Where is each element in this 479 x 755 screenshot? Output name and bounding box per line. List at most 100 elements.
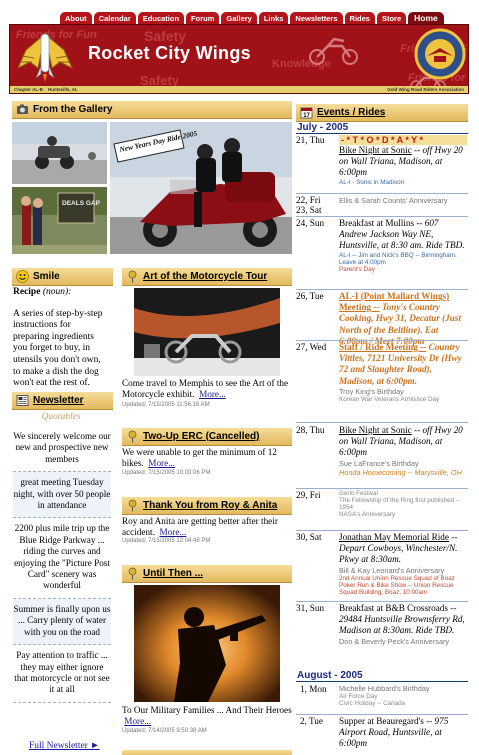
- gallery-photo-goldwing[interactable]: New Years Day Ride 2005: [110, 122, 292, 254]
- article-title-link[interactable]: Until Then ...: [143, 568, 203, 579]
- event-day: 26, Tue AL-I (Point Mallard Wings) Meeti…: [296, 291, 468, 346]
- tab-newsletters[interactable]: Newsletters: [290, 12, 343, 24]
- event-note: The Fellowship of the Ring first publish…: [339, 497, 461, 511]
- tab-gallery[interactable]: Gallery: [221, 12, 257, 24]
- events-panel-header: 17 Events / Rides: [296, 104, 468, 122]
- page: About Calendar Education Forum Gallery L…: [0, 0, 479, 755]
- article-photo-soldier-silhouette[interactable]: [134, 585, 280, 702]
- event-note: AL-I - Sonic in Madison: [339, 178, 405, 186]
- divider: [296, 193, 468, 194]
- month-label: July - 2005: [296, 122, 468, 134]
- gallery-heading: From the Gallery: [33, 104, 113, 115]
- event-day: 24, Sun Breakfast at Mullins -- 607 Andr…: [296, 218, 468, 288]
- more-link[interactable]: More...: [199, 389, 226, 399]
- event-title-link[interactable]: Bike Night at Sonic: [339, 145, 412, 155]
- article-title-link[interactable]: Two-Up ERC (Cancelled): [143, 431, 259, 442]
- gallery-left-column: DEALS GAP: [12, 122, 107, 254]
- event-day: 22, Fri 23, Sat Ellis & Sarah Counts' Ann…: [296, 195, 468, 217]
- event-note: 2nd Annual Union Rescue Squad of Boaz Po…: [339, 574, 455, 596]
- event-date: 31, Sun: [296, 603, 325, 613]
- event-body: Bike Night at Sonic -- off Hwy 20 on Wal…: [339, 425, 467, 477]
- event-note: Air Force Day: [339, 693, 378, 700]
- event-note: NASA's Anniversary: [339, 511, 396, 518]
- event-body: Ellis & Sarah Counts' Anniversary: [339, 195, 467, 206]
- event-title-link[interactable]: Bike Night at Sonic: [339, 425, 412, 435]
- event-note: Honda Homecoming -- Marysville, OH: [339, 467, 462, 477]
- event-body: Gerlo Festival The Fellowship of the Rin…: [339, 490, 467, 518]
- newsletter-panel-header: Newsletter: [12, 392, 113, 410]
- more-link[interactable]: More...: [148, 458, 175, 468]
- event-day: 27, Wed Staff / Ride Meeting -- Country …: [296, 342, 468, 420]
- event-body: - * T * O * D * A * Y * Bike Night at So…: [339, 135, 467, 186]
- tab-calendar[interactable]: Calendar: [93, 12, 136, 24]
- event-date: 21, Thu: [296, 135, 325, 145]
- event-date: 22, Fri 23, Sat: [296, 195, 322, 215]
- divider: [296, 422, 468, 423]
- gallery-photo-riders[interactable]: [12, 122, 107, 184]
- article-updated: Updated: 7/15/2005 11:56:16 AM: [122, 402, 210, 408]
- event-date: 30, Sat: [296, 532, 322, 542]
- gallery-photo-sign[interactable]: DEALS GAP: [12, 187, 107, 254]
- month-label: August - 2005: [296, 670, 468, 682]
- quote-item: great meeting Tuesday night, with over 5…: [13, 472, 111, 519]
- sign-text: DEALS GAP: [62, 200, 101, 207]
- event-day: 31, Sun Breakfast at B&B Crossroads -- 2…: [296, 603, 468, 663]
- more-link[interactable]: More...: [124, 716, 151, 726]
- article-summary: To Our Military Families ... And Their H…: [122, 705, 292, 727]
- divider: [296, 289, 468, 290]
- event-note: AL-I -- Jim and Nick's BBQ -- Birmingham…: [339, 251, 457, 266]
- event-title-link[interactable]: Staff / Ride Meeting --: [339, 342, 426, 352]
- event-anniversary: Don & Beverly Peck's Anniversary: [339, 636, 450, 646]
- tab-education[interactable]: Education: [137, 12, 185, 24]
- event-birthday: Michelle Hubbard's Birthday: [339, 684, 430, 693]
- recipe-term: Recipe: [13, 287, 41, 297]
- divider: [296, 216, 468, 217]
- event-birthday: Troy King's Birthday: [339, 386, 404, 396]
- event-day: 1, Mon Michelle Hubbard's Birthday Air F…: [296, 684, 468, 714]
- event-title: Supper at Beauregard's: [339, 716, 424, 726]
- event-date: 27, Wed: [296, 342, 327, 352]
- event-body: AL-I (Point Mallard Wings) Meeting -- To…: [339, 291, 461, 346]
- article-title-link[interactable]: Thank You from Roy & Anita: [143, 500, 277, 511]
- event-note: Korean War Veterans Armistice Day: [339, 395, 440, 403]
- event-day: 29, Fri Gerlo Festival The Fellowship of…: [296, 490, 468, 528]
- tab-rides[interactable]: Rides: [344, 12, 375, 24]
- site-title[interactable]: Rocket City Wings: [88, 43, 251, 64]
- article-header: Until Then ...: [122, 565, 292, 583]
- event-body: Supper at Beauregard's -- 975 Airport Ro…: [339, 716, 449, 749]
- calendar-icon: 17: [300, 107, 313, 119]
- article-updated: Updated: 7/15/2005 12:04:48 PM: [122, 538, 211, 544]
- divider: [296, 601, 468, 602]
- pushpin-icon: [128, 499, 137, 512]
- event-anniversary: Ellis & Sarah Counts' Anniversary: [339, 196, 448, 205]
- event-title: Breakfast at B&B Crossroads: [339, 603, 448, 613]
- watermark-text: Safety: [144, 28, 187, 44]
- recipe-pos: (noun):: [42, 287, 72, 297]
- tab-about[interactable]: About: [60, 12, 92, 24]
- article-summary: Come travel to Memphis to see the Art of…: [122, 378, 289, 400]
- gwrra-seal-logo: [414, 28, 466, 80]
- gallery-images: DEALS GAP New Years Day Ride 2005: [12, 122, 292, 254]
- camera-icon: [17, 104, 28, 114]
- smile-heading: Smile: [33, 271, 60, 282]
- more-link[interactable]: More...: [160, 527, 187, 537]
- events-heading-link[interactable]: Events / Rides: [317, 107, 385, 118]
- event-note: Civic Holiday -- Canada: [339, 700, 406, 707]
- event-date: 1, Mon: [300, 684, 327, 694]
- event-note: Parent's Day: [339, 265, 375, 273]
- full-newsletter-link[interactable]: Full Newsletter ►: [29, 741, 100, 751]
- header-banner: Friends for Fun Safety Friends for Fun K…: [9, 24, 469, 94]
- tab-home[interactable]: Home: [408, 12, 444, 24]
- tab-store[interactable]: Store: [376, 12, 407, 24]
- tab-forum[interactable]: Forum: [186, 12, 220, 24]
- article-title-link[interactable]: Art of the Motorcycle Tour: [143, 271, 267, 282]
- tab-links[interactable]: Links: [258, 12, 289, 24]
- newsletter-heading-link[interactable]: Newsletter: [33, 395, 84, 406]
- event-birthday: Sue LaFrance's Birthday: [339, 458, 419, 468]
- gallery-panel-header: From the Gallery: [12, 101, 292, 119]
- quote-item: Summer is finally upon us ... Carry plen…: [13, 598, 111, 646]
- article-photo-motorcycle-exhibit[interactable]: [134, 288, 280, 376]
- event-body: Breakfast at B&B Crossroads -- 29484 Hun…: [339, 603, 467, 646]
- event-title-link[interactable]: Jonathan May Memorial Ride: [339, 532, 449, 542]
- chapter-label: Chapter AL-B Huntsville, AL: [14, 87, 78, 92]
